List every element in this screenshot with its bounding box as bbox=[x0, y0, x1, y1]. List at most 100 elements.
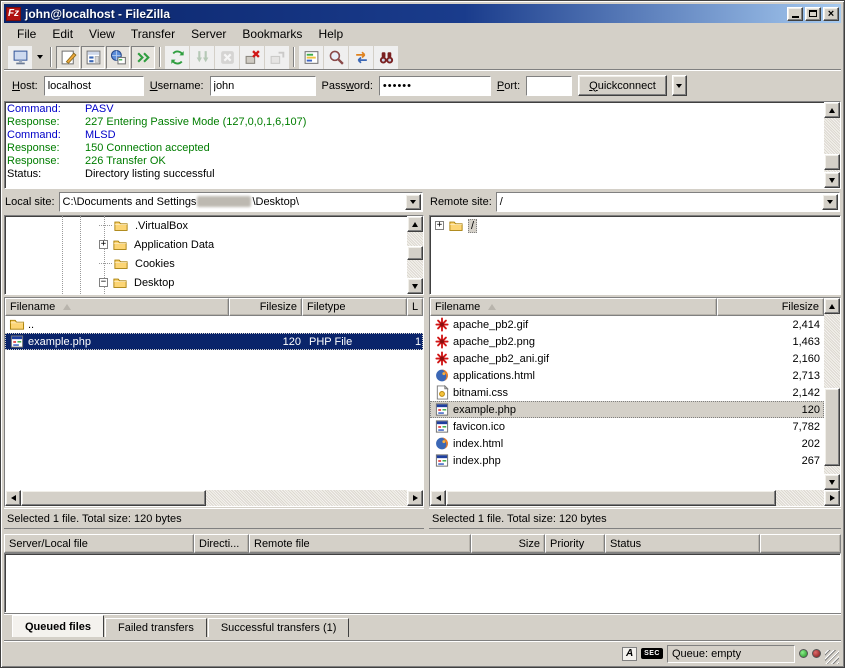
queue-column-server-local-file[interactable]: Server/Local file bbox=[4, 534, 194, 553]
remote-horizontal-scrollbar[interactable] bbox=[430, 490, 840, 506]
file-row[interactable]: example.php120PHP File1 bbox=[5, 333, 423, 350]
quickconnect-dropdown-button[interactable] bbox=[672, 75, 687, 96]
file-row[interactable]: apache_pb2_ani.gif2,160 bbox=[430, 350, 824, 367]
username-input[interactable] bbox=[210, 76, 316, 96]
file-row[interactable]: apache_pb2.gif2,414 bbox=[430, 316, 824, 333]
scroll-thumb[interactable] bbox=[407, 246, 423, 260]
scroll-right-button[interactable] bbox=[407, 490, 423, 506]
message-log-toggle-button[interactable] bbox=[56, 46, 80, 69]
queue-column-remote-file[interactable]: Remote file bbox=[249, 534, 471, 553]
tree-item[interactable]: −Desktop bbox=[5, 273, 407, 292]
file-row[interactable]: applications.html2,713 bbox=[430, 367, 824, 384]
close-icon: × bbox=[828, 9, 834, 19]
file-row[interactable]: apache_pb2.png1,463 bbox=[430, 333, 824, 350]
process-queue-button[interactable] bbox=[190, 46, 214, 69]
close-button[interactable]: × bbox=[823, 7, 839, 21]
log-message: 227 Entering Passive Mode (127,0,0,1,6,1… bbox=[85, 116, 306, 129]
file-name: example.php bbox=[453, 404, 516, 416]
queue-column-blank[interactable] bbox=[760, 534, 841, 553]
expand-icon[interactable]: + bbox=[435, 221, 444, 230]
file-name-cell: favicon.ico bbox=[430, 419, 717, 434]
resize-grip[interactable] bbox=[825, 650, 839, 664]
find-files-button[interactable] bbox=[374, 46, 398, 69]
filezilla-window: Fz john@localhost - FileZilla × FileEdit… bbox=[0, 0, 845, 668]
column-header-filename[interactable]: Filename bbox=[5, 298, 229, 316]
scroll-left-button[interactable] bbox=[430, 490, 446, 506]
scroll-down-button[interactable] bbox=[824, 172, 840, 188]
scroll-thumb[interactable] bbox=[21, 490, 206, 506]
file-row[interactable]: index.html202 bbox=[430, 435, 824, 452]
scroll-thumb[interactable] bbox=[446, 490, 776, 506]
queue-column-status[interactable]: Status bbox=[605, 534, 760, 553]
host-input[interactable] bbox=[44, 76, 144, 96]
scroll-up-button[interactable] bbox=[824, 102, 840, 118]
log-message: 226 Transfer OK bbox=[85, 155, 166, 168]
menu-server[interactable]: Server bbox=[184, 25, 233, 43]
remote-site-combobox[interactable]: / bbox=[496, 192, 840, 212]
transfer-queue-toggle-button[interactable] bbox=[131, 46, 155, 69]
column-header-filesize[interactable]: Filesize bbox=[717, 298, 824, 316]
scroll-down-button[interactable] bbox=[407, 278, 423, 294]
local-site-combobox[interactable]: C:\Documents and Settings\Desktop\ bbox=[59, 192, 423, 212]
remote-site-dropdown-button[interactable] bbox=[822, 194, 838, 210]
scroll-left-button[interactable] bbox=[5, 490, 21, 506]
scroll-thumb[interactable] bbox=[824, 388, 840, 466]
scroll-up-button[interactable] bbox=[407, 216, 423, 232]
menu-help[interactable]: Help bbox=[311, 25, 350, 43]
file-row[interactable]: favicon.ico7,782 bbox=[430, 418, 824, 435]
queue-column-size[interactable]: Size bbox=[471, 534, 545, 553]
tab-failed-transfers[interactable]: Failed transfers bbox=[105, 618, 207, 637]
menu-edit[interactable]: Edit bbox=[45, 25, 80, 43]
queue-column-directi-[interactable]: Directi... bbox=[194, 534, 249, 553]
quickconnect-button[interactable]: Quickconnect bbox=[578, 75, 667, 96]
cancel-operation-button[interactable] bbox=[215, 46, 239, 69]
tab-successful-transfers-1-[interactable]: Successful transfers (1) bbox=[208, 618, 350, 637]
tree-item[interactable]: +Application Data bbox=[5, 235, 407, 254]
password-input[interactable] bbox=[379, 76, 491, 96]
refresh-button[interactable] bbox=[165, 46, 189, 69]
tree-item[interactable]: +/ bbox=[430, 216, 840, 235]
remote-list-scrollbar[interactable] bbox=[824, 298, 840, 490]
scroll-up-button[interactable] bbox=[824, 298, 840, 314]
file-modified: 1 bbox=[415, 336, 421, 348]
remote-treeview-toggle-button[interactable] bbox=[106, 46, 130, 69]
tab-queued-files[interactable]: Queued files bbox=[12, 615, 104, 637]
column-header-filename[interactable]: Filename bbox=[430, 298, 717, 316]
column-header-filesize[interactable]: Filesize bbox=[229, 298, 302, 316]
file-row[interactable]: example.php120 bbox=[430, 401, 824, 418]
collapse-icon[interactable]: − bbox=[99, 278, 108, 287]
local-site-dropdown-button[interactable] bbox=[405, 194, 421, 210]
column-header-filetype[interactable]: Filetype bbox=[302, 298, 407, 316]
menu-bookmarks[interactable]: Bookmarks bbox=[235, 25, 309, 43]
minimize-button[interactable] bbox=[787, 7, 803, 21]
file-row[interactable]: .. bbox=[5, 316, 423, 333]
site-manager-dropdown-arrow[interactable] bbox=[33, 46, 46, 69]
expand-icon[interactable]: + bbox=[99, 240, 108, 249]
reconnect-button[interactable] bbox=[265, 46, 289, 69]
local-tree-scrollbar[interactable] bbox=[407, 216, 423, 294]
synchronized-browsing-button[interactable] bbox=[349, 46, 373, 69]
local-directory-tree: .VirtualBox+Application DataCookies−Desk… bbox=[4, 215, 424, 295]
port-input[interactable] bbox=[526, 76, 572, 96]
menu-view[interactable]: View bbox=[82, 25, 122, 43]
maximize-button[interactable] bbox=[805, 7, 821, 21]
site-manager-button[interactable] bbox=[8, 46, 32, 69]
compare-directories-button[interactable] bbox=[324, 46, 348, 69]
tree-item[interactable]: .VirtualBox bbox=[5, 216, 407, 235]
tree-item[interactable]: Cookies bbox=[5, 254, 407, 273]
scroll-right-button[interactable] bbox=[824, 490, 840, 506]
menu-file[interactable]: File bbox=[10, 25, 43, 43]
local-treeview-toggle-button[interactable] bbox=[81, 46, 105, 69]
directory-filter-button[interactable] bbox=[299, 46, 323, 69]
menu-transfer[interactable]: Transfer bbox=[124, 25, 182, 43]
file-row[interactable]: index.php267 bbox=[430, 452, 824, 469]
queue-column-priority[interactable]: Priority bbox=[545, 534, 605, 553]
scroll-down-button[interactable] bbox=[824, 474, 840, 490]
scroll-thumb[interactable] bbox=[824, 154, 840, 170]
message-log-scrollbar[interactable] bbox=[824, 102, 840, 188]
column-header-l[interactable]: L bbox=[407, 298, 423, 316]
file-row[interactable]: bitnami.css2,142 bbox=[430, 384, 824, 401]
local-horizontal-scrollbar[interactable] bbox=[5, 490, 423, 506]
log-message: PASV bbox=[85, 103, 114, 116]
disconnect-button[interactable] bbox=[240, 46, 264, 69]
